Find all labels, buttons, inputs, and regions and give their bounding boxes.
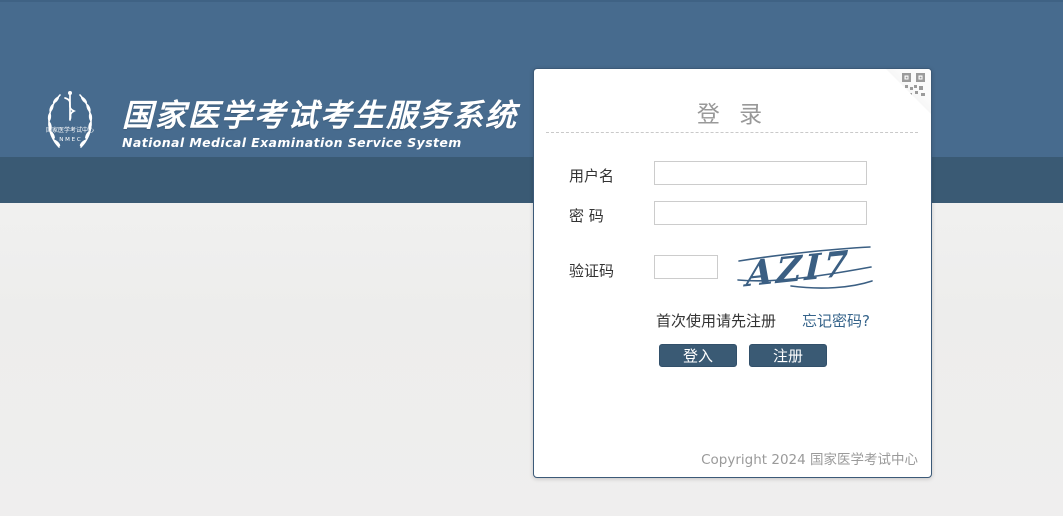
page-title: 国家医学考试考生服务系统 <box>122 98 518 134</box>
login-title: 登 录 <box>534 95 931 129</box>
brand-block: 国家医学考试考生服务系统 National Medical Examinatio… <box>122 98 518 150</box>
captcha-label: 验证码 <box>569 260 614 281</box>
nmec-emblem-icon: 国家医学考试中心 N M E C <box>38 88 102 154</box>
password-label: 密 码 <box>569 205 604 226</box>
emblem-text-cn: 国家医学考试中心 <box>46 126 94 134</box>
login-button[interactable]: 登入 <box>659 344 737 367</box>
captcha-text: AZI7 <box>742 243 851 292</box>
page-subtitle: National Medical Examination Service Sys… <box>122 135 518 150</box>
login-card: 登 录 用户名 密 码 验证码 AZI7 首次使用请先注册 忘记密码? 登入 注册… <box>533 68 932 478</box>
username-input[interactable] <box>654 161 867 185</box>
password-input[interactable] <box>654 201 867 225</box>
captcha-image[interactable]: AZI7 <box>736 240 874 292</box>
title-separator <box>546 132 918 133</box>
username-label: 用户名 <box>569 165 614 186</box>
forgot-password-link[interactable]: 忘记密码? <box>802 312 870 330</box>
captcha-input[interactable] <box>654 255 718 279</box>
copyright-text: Copyright 2024 国家医学考试中心 <box>701 448 918 468</box>
links-row: 首次使用请先注册 忘记密码? <box>656 310 870 331</box>
register-button[interactable]: 注册 <box>749 344 827 367</box>
emblem-text-en: N M E C <box>59 137 81 143</box>
register-hint-link[interactable]: 首次使用请先注册 <box>656 312 776 330</box>
